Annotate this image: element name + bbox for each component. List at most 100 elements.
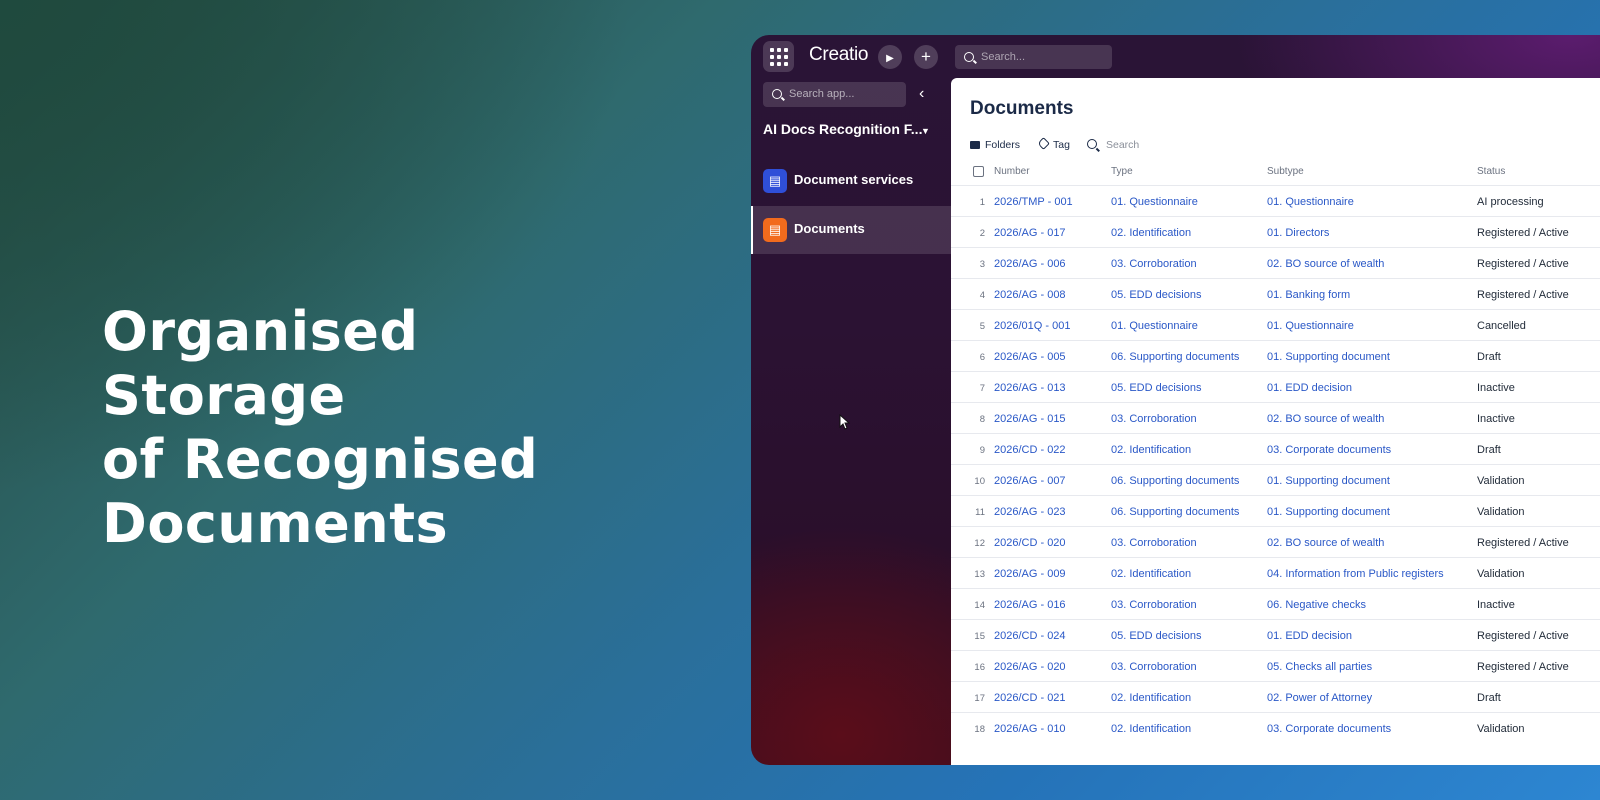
document-type-link[interactable]: 02. Identification <box>1111 568 1191 580</box>
document-type-link[interactable]: 02. Identification <box>1111 444 1191 456</box>
document-number-link[interactable]: 2026/AG - 016 <box>994 599 1066 611</box>
document-number-link[interactable]: 2026/AG - 007 <box>994 475 1066 487</box>
document-subtype-link[interactable]: 05. Checks all parties <box>1267 661 1372 673</box>
app-search-input[interactable]: Search app... <box>763 82 906 107</box>
table-row[interactable]: 10 2026/AG - 007 06. Supporting documents 0… <box>951 464 1600 495</box>
table-row[interactable]: 12 2026/CD - 020 03. Corroboration 02. BO s… <box>951 526 1600 557</box>
folders-button[interactable]: Folders <box>970 139 1020 151</box>
chevron-down-icon[interactable]: ▼ <box>921 126 930 136</box>
document-subtype-link[interactable]: 01. Supporting document <box>1267 506 1390 518</box>
document-number-link[interactable]: 2026/01Q - 001 <box>994 320 1070 332</box>
document-subtype-link[interactable]: 01. Directors <box>1267 227 1329 239</box>
document-type-link[interactable]: 03. Corroboration <box>1111 661 1197 673</box>
table-row[interactable]: 13 2026/AG - 009 02. Identification 04. Inf… <box>951 557 1600 588</box>
document-type-link[interactable]: 06. Supporting documents <box>1111 475 1239 487</box>
table-row[interactable]: 5 2026/01Q - 001 01. Questionnaire 01. Ques… <box>951 309 1600 340</box>
document-number-link[interactable]: 2026/AG - 023 <box>994 506 1066 518</box>
document-number-link[interactable]: 2026/CD - 024 <box>994 630 1066 642</box>
collapse-sidebar-chevron-icon[interactable]: ‹ <box>919 85 924 103</box>
document-type-link[interactable]: 02. Identification <box>1111 723 1191 735</box>
select-all-checkbox[interactable] <box>973 166 984 177</box>
document-type-link[interactable]: 01. Questionnaire <box>1111 320 1198 332</box>
row-number: 15 <box>974 631 985 642</box>
document-subtype-link[interactable]: 02. BO source of wealth <box>1267 413 1384 425</box>
document-subtype-link[interactable]: 02. BO source of wealth <box>1267 258 1384 270</box>
table-row[interactable]: 18 2026/AG - 010 02. Identification 03. Cor… <box>951 712 1600 743</box>
document-number-link[interactable]: 2026/AG - 015 <box>994 413 1066 425</box>
document-type-link[interactable]: 06. Supporting documents <box>1111 506 1239 518</box>
row-number: 18 <box>974 724 985 735</box>
document-subtype-link[interactable]: 01. Questionnaire <box>1267 320 1354 332</box>
sidebar-item-label: Document services <box>794 172 914 187</box>
document-type-link[interactable]: 03. Corroboration <box>1111 258 1197 270</box>
table-row[interactable]: 4 2026/AG - 008 05. EDD decisions 01. Banki… <box>951 278 1600 309</box>
column-header-subtype[interactable]: Subtype <box>1267 166 1304 177</box>
table-row[interactable]: 1 2026/TMP - 001 01. Questionnaire 01. Ques… <box>951 185 1600 216</box>
document-subtype-link[interactable]: 01. Supporting document <box>1267 475 1390 487</box>
app-launcher-grid-icon[interactable] <box>763 41 794 72</box>
global-search-placeholder: Search... <box>981 51 1026 63</box>
document-subtype-link[interactable]: 03. Corporate documents <box>1267 723 1391 735</box>
table-row[interactable]: 17 2026/CD - 021 02. Identification 02. Pow… <box>951 681 1600 712</box>
column-header-number[interactable]: Number <box>994 166 1030 177</box>
table-row[interactable]: 7 2026/AG - 013 05. EDD decisions 01. EDD d… <box>951 371 1600 402</box>
document-subtype-link[interactable]: 01. Supporting document <box>1267 351 1390 363</box>
global-search-input[interactable]: Search... <box>955 45 1112 69</box>
document-subtype-link[interactable]: 01. Banking form <box>1267 289 1350 301</box>
row-number: 1 <box>979 197 985 208</box>
document-number-link[interactable]: 2026/AG - 020 <box>994 661 1066 673</box>
sidebar-item-documents[interactable]: ▤ Documents <box>751 206 951 254</box>
document-number-link[interactable]: 2026/AG - 008 <box>994 289 1066 301</box>
document-type-link[interactable]: 05. EDD decisions <box>1111 382 1202 394</box>
run-process-button[interactable]: ▶ <box>878 45 902 69</box>
document-number-link[interactable]: 2026/CD - 022 <box>994 444 1066 456</box>
document-number-link[interactable]: 2026/AG - 017 <box>994 227 1066 239</box>
document-subtype-link[interactable]: 06. Negative checks <box>1267 599 1366 611</box>
document-number-link[interactable]: 2026/AG - 009 <box>994 568 1066 580</box>
document-number-link[interactable]: 2026/AG - 006 <box>994 258 1066 270</box>
sidebar-item-document-services[interactable]: ▤ Document services <box>751 157 951 205</box>
document-subtype-link[interactable]: 01. EDD decision <box>1267 630 1352 642</box>
document-status: Validation <box>1477 506 1525 518</box>
document-type-link[interactable]: 01. Questionnaire <box>1111 196 1198 208</box>
document-number-link[interactable]: 2026/CD - 021 <box>994 692 1066 704</box>
document-number-link[interactable]: 2026/AG - 010 <box>994 723 1066 735</box>
table-row[interactable]: 2 2026/AG - 017 02. Identification 01. Dire… <box>951 216 1600 247</box>
document-number-link[interactable]: 2026/AG - 013 <box>994 382 1066 394</box>
document-number-link[interactable]: 2026/CD - 020 <box>994 537 1066 549</box>
document-subtype-link[interactable]: 02. Power of Attorney <box>1267 692 1372 704</box>
document-type-link[interactable]: 02. Identification <box>1111 227 1191 239</box>
document-number-link[interactable]: 2026/TMP - 001 <box>994 196 1073 208</box>
document-type-link[interactable]: 03. Corroboration <box>1111 413 1197 425</box>
document-type-link[interactable]: 03. Corroboration <box>1111 599 1197 611</box>
table-row[interactable]: 11 2026/AG - 023 06. Supporting documents 0… <box>951 495 1600 526</box>
document-type-link[interactable]: 02. Identification <box>1111 692 1191 704</box>
document-type-link[interactable]: 05. EDD decisions <box>1111 630 1202 642</box>
table-row[interactable]: 3 2026/AG - 006 03. Corroboration 02. BO so… <box>951 247 1600 278</box>
table-row[interactable]: 14 2026/AG - 016 03. Corroboration 06. Nega… <box>951 588 1600 619</box>
table-row[interactable]: 6 2026/AG - 005 06. Supporting documents 01… <box>951 340 1600 371</box>
column-header-type[interactable]: Type <box>1111 166 1133 177</box>
document-subtype-link[interactable]: 04. Information from Public registers <box>1267 568 1444 580</box>
tag-button[interactable]: Tag <box>1037 137 1070 151</box>
list-search-input[interactable]: Search <box>1087 139 1139 151</box>
document-number-link[interactable]: 2026/AG - 005 <box>994 351 1066 363</box>
row-number: 16 <box>974 662 985 673</box>
table-row[interactable]: 16 2026/AG - 020 03. Corroboration 05. Chec… <box>951 650 1600 681</box>
app-title[interactable]: AI Docs Recognition F... <box>763 121 922 137</box>
document-type-link[interactable]: 03. Corroboration <box>1111 537 1197 549</box>
document-type-link[interactable]: 05. EDD decisions <box>1111 289 1202 301</box>
row-number: 2 <box>979 228 985 239</box>
add-button[interactable]: + <box>914 45 938 69</box>
document-subtype-link[interactable]: 01. Questionnaire <box>1267 196 1354 208</box>
column-header-status[interactable]: Status <box>1477 166 1505 177</box>
document-subtype-link[interactable]: 03. Corporate documents <box>1267 444 1391 456</box>
document-status: AI processing <box>1477 196 1544 208</box>
table-row[interactable]: 8 2026/AG - 015 03. Corroboration 02. BO so… <box>951 402 1600 433</box>
table-row[interactable]: 9 2026/CD - 022 02. Identification 03. Corp… <box>951 433 1600 464</box>
document-subtype-link[interactable]: 02. BO source of wealth <box>1267 537 1384 549</box>
document-type-link[interactable]: 06. Supporting documents <box>1111 351 1239 363</box>
sidebar-item-label: Documents <box>794 221 865 236</box>
table-row[interactable]: 15 2026/CD - 024 05. EDD decisions 01. EDD … <box>951 619 1600 650</box>
document-subtype-link[interactable]: 01. EDD decision <box>1267 382 1352 394</box>
